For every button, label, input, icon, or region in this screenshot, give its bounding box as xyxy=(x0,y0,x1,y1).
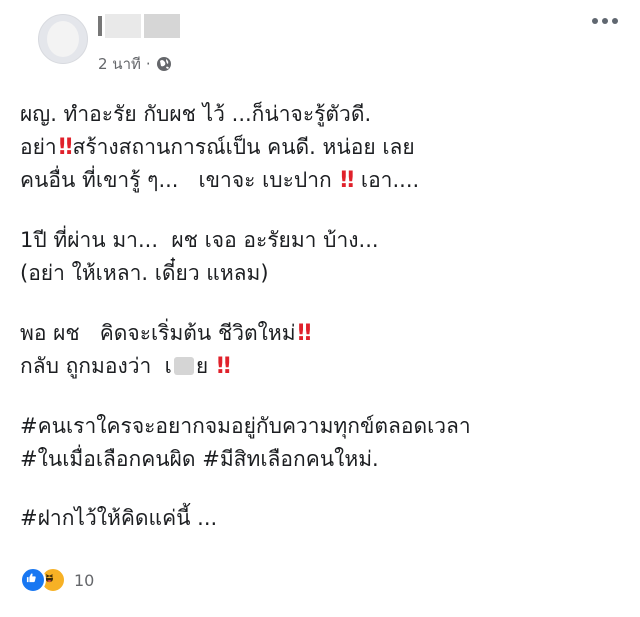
line-text: พอ ผช คิดจะเริ่มต้น ชีวิตใหม่ xyxy=(20,321,296,345)
like-icon xyxy=(20,567,46,593)
post-line: กลับ ถูกมองว่า เ ย ‼ xyxy=(20,350,620,383)
double-exclamation-icon: ‼ xyxy=(58,135,73,160)
hashtag-line[interactable]: #ในเมื่อเลือกคนผิด #มีสิทเลือกคนใหม่. xyxy=(20,443,620,476)
line-text: อย่า xyxy=(20,135,57,159)
line-text: กลับ ถูกมองว่า เ xyxy=(20,354,172,378)
double-exclamation-icon: ‼ xyxy=(297,321,312,346)
post-timestamp[interactable]: 2 นาที xyxy=(98,52,141,76)
more-options-icon[interactable] xyxy=(592,18,618,24)
line-text: สร้างสถานการณ์เป็น คนดี. หน่อย เลย xyxy=(72,135,415,159)
post-line: 1ปี ที่ผ่าน มา... ผช เจอ อะรัยมา บ้าง... xyxy=(20,228,379,252)
post-line: พอ ผช คิดจะเริ่มต้น ชีวิตใหม่‼ xyxy=(20,317,620,350)
post-meta: 2 นาที · xyxy=(98,52,172,76)
avatar[interactable] xyxy=(38,14,88,64)
reaction-summary[interactable]: 10 xyxy=(20,567,94,593)
post-body: ผญ. ทำอะรัย กับผช ไว้ ...ก็น่าจะรู้ตัวดี… xyxy=(20,98,620,535)
double-exclamation-icon: ‼ xyxy=(216,354,231,379)
globe-icon[interactable] xyxy=(156,56,172,72)
redacted-text xyxy=(173,357,194,375)
reaction-count[interactable]: 10 xyxy=(74,571,94,590)
post-line: อย่า‼สร้างสถานการณ์เป็น คนดี. หน่อย เลย xyxy=(20,131,620,164)
post-line: ผญ. ทำอะรัย กับผช ไว้ ...ก็น่าจะรู้ตัวดี… xyxy=(20,102,372,126)
line-text: คนอื่น ที่เขารู้ ๆ... เขาจะ เบะปาก xyxy=(20,168,332,192)
hashtag-line[interactable]: #ฝากไว้ให้คิดแค่นี้ ... xyxy=(20,502,620,535)
line-text: เอา.... xyxy=(360,168,420,192)
author-name-redacted[interactable] xyxy=(98,14,188,38)
post-line: (อย่า ให้เหลา. เดี๋ยว แหลม) xyxy=(20,261,269,285)
hashtag-line[interactable]: #คนเราใครจะอยากจมอยู่กับความทุกข์ตลอดเวล… xyxy=(20,410,620,443)
facebook-post: 2 นาที · ผญ. ทำอะรัย กับผช ไว้ ...ก็น่าจ… xyxy=(0,0,640,617)
meta-separator: · xyxy=(145,55,151,73)
double-exclamation-icon: ‼ xyxy=(340,168,354,193)
line-text: ย xyxy=(195,354,209,378)
post-line: คนอื่น ที่เขารู้ ๆ... เขาจะ เบะปาก ‼ เอา… xyxy=(20,164,620,197)
